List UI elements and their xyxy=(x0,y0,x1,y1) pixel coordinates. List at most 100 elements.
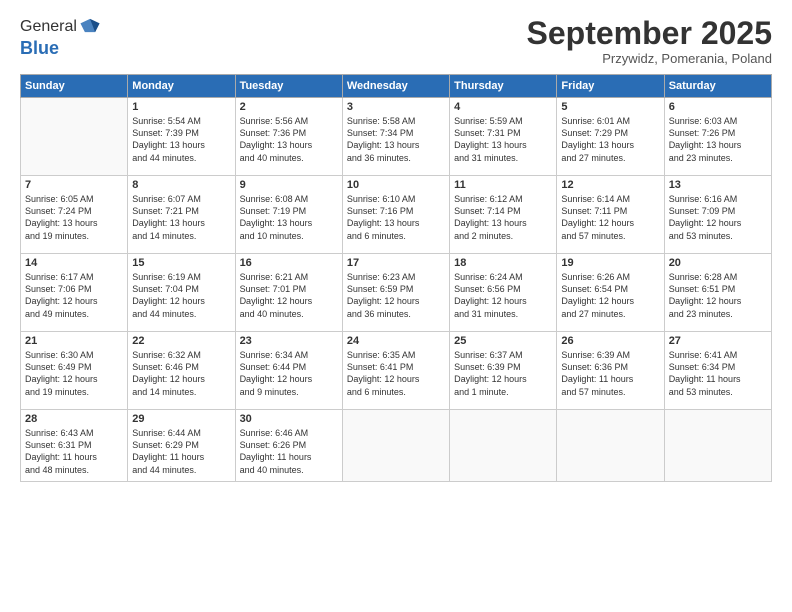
day-info: Sunrise: 6:26 AM Sunset: 6:54 PM Dayligh… xyxy=(561,271,659,320)
day-cell: 30 Sunrise: 6:46 AM Sunset: 6:26 PM Dayli… xyxy=(235,410,342,482)
day-number: 2 xyxy=(240,101,338,113)
day-info: Sunrise: 6:07 AM Sunset: 7:21 PM Dayligh… xyxy=(132,193,230,242)
week-row-4: 21 Sunrise: 6:30 AM Sunset: 6:49 PM Dayli… xyxy=(21,332,772,410)
col-thursday: Thursday xyxy=(450,75,557,98)
day-cell: 19 Sunrise: 6:26 AM Sunset: 6:54 PM Dayli… xyxy=(557,254,664,332)
calendar-table: Sunday Monday Tuesday Wednesday Thursday… xyxy=(20,74,772,482)
day-cell: 28 Sunrise: 6:43 AM Sunset: 6:31 PM Dayli… xyxy=(21,410,128,482)
day-number: 17 xyxy=(347,257,445,269)
day-cell: 10 Sunrise: 6:10 AM Sunset: 7:16 PM Dayli… xyxy=(342,176,449,254)
day-info: Sunrise: 6:19 AM Sunset: 7:04 PM Dayligh… xyxy=(132,271,230,320)
day-number: 16 xyxy=(240,257,338,269)
day-cell xyxy=(557,410,664,482)
day-info: Sunrise: 6:17 AM Sunset: 7:06 PM Dayligh… xyxy=(25,271,123,320)
day-number: 23 xyxy=(240,335,338,347)
day-info: Sunrise: 6:01 AM Sunset: 7:29 PM Dayligh… xyxy=(561,115,659,164)
day-info: Sunrise: 5:58 AM Sunset: 7:34 PM Dayligh… xyxy=(347,115,445,164)
day-number: 29 xyxy=(132,413,230,425)
day-info: Sunrise: 6:34 AM Sunset: 6:44 PM Dayligh… xyxy=(240,349,338,398)
day-cell xyxy=(450,410,557,482)
logo: General Blue xyxy=(20,16,101,59)
day-cell xyxy=(342,410,449,482)
day-number: 21 xyxy=(25,335,123,347)
day-cell: 13 Sunrise: 6:16 AM Sunset: 7:09 PM Dayli… xyxy=(664,176,771,254)
day-cell: 7 Sunrise: 6:05 AM Sunset: 7:24 PM Daylig… xyxy=(21,176,128,254)
day-number: 25 xyxy=(454,335,552,347)
day-number: 30 xyxy=(240,413,338,425)
day-cell: 22 Sunrise: 6:32 AM Sunset: 6:46 PM Dayli… xyxy=(128,332,235,410)
day-cell: 1Sunrise: 5:54 AM Sunset: 7:39 PM Daylig… xyxy=(128,98,235,176)
day-info: Sunrise: 6:30 AM Sunset: 6:49 PM Dayligh… xyxy=(25,349,123,398)
day-info: Sunrise: 6:43 AM Sunset: 6:31 PM Dayligh… xyxy=(25,427,123,476)
day-number: 5 xyxy=(561,101,659,113)
day-cell: 14 Sunrise: 6:17 AM Sunset: 7:06 PM Dayli… xyxy=(21,254,128,332)
day-cell: 2 Sunrise: 5:56 AM Sunset: 7:36 PM Daylig… xyxy=(235,98,342,176)
day-info: Sunrise: 5:59 AM Sunset: 7:31 PM Dayligh… xyxy=(454,115,552,164)
day-number: 1 xyxy=(132,101,230,113)
header: General Blue September 2025 Przywidz, Po… xyxy=(20,16,772,66)
logo-general-text: General xyxy=(20,18,77,36)
day-number: 26 xyxy=(561,335,659,347)
day-info: Sunrise: 6:41 AM Sunset: 6:34 PM Dayligh… xyxy=(669,349,767,398)
day-cell: 25Sunrise: 6:37 AM Sunset: 6:39 PM Dayli… xyxy=(450,332,557,410)
day-cell: 21 Sunrise: 6:30 AM Sunset: 6:49 PM Dayli… xyxy=(21,332,128,410)
day-number: 28 xyxy=(25,413,123,425)
day-info: Sunrise: 6:46 AM Sunset: 6:26 PM Dayligh… xyxy=(240,427,338,476)
day-info: Sunrise: 6:35 AM Sunset: 6:41 PM Dayligh… xyxy=(347,349,445,398)
day-cell: 29 Sunrise: 6:44 AM Sunset: 6:29 PM Dayli… xyxy=(128,410,235,482)
day-cell: 8 Sunrise: 6:07 AM Sunset: 7:21 PM Daylig… xyxy=(128,176,235,254)
day-number: 22 xyxy=(132,335,230,347)
week-row-3: 14 Sunrise: 6:17 AM Sunset: 7:06 PM Dayli… xyxy=(21,254,772,332)
day-info: Sunrise: 6:05 AM Sunset: 7:24 PM Dayligh… xyxy=(25,193,123,242)
day-info: Sunrise: 6:03 AM Sunset: 7:26 PM Dayligh… xyxy=(669,115,767,164)
day-cell: 15Sunrise: 6:19 AM Sunset: 7:04 PM Dayli… xyxy=(128,254,235,332)
day-number: 27 xyxy=(669,335,767,347)
day-info: Sunrise: 6:08 AM Sunset: 7:19 PM Dayligh… xyxy=(240,193,338,242)
col-friday: Friday xyxy=(557,75,664,98)
day-info: Sunrise: 5:56 AM Sunset: 7:36 PM Dayligh… xyxy=(240,115,338,164)
day-info: Sunrise: 6:10 AM Sunset: 7:16 PM Dayligh… xyxy=(347,193,445,242)
day-cell xyxy=(21,98,128,176)
logo-icon xyxy=(79,16,101,38)
day-cell: 17 Sunrise: 6:23 AM Sunset: 6:59 PM Dayli… xyxy=(342,254,449,332)
day-info: Sunrise: 6:16 AM Sunset: 7:09 PM Dayligh… xyxy=(669,193,767,242)
day-number: 3 xyxy=(347,101,445,113)
col-sunday: Sunday xyxy=(21,75,128,98)
day-number: 12 xyxy=(561,179,659,191)
day-info: Sunrise: 6:32 AM Sunset: 6:46 PM Dayligh… xyxy=(132,349,230,398)
title-block: September 2025 Przywidz, Pomerania, Pola… xyxy=(527,16,772,66)
day-info: Sunrise: 6:39 AM Sunset: 6:36 PM Dayligh… xyxy=(561,349,659,398)
day-number: 6 xyxy=(669,101,767,113)
day-info: Sunrise: 6:14 AM Sunset: 7:11 PM Dayligh… xyxy=(561,193,659,242)
day-info: Sunrise: 6:23 AM Sunset: 6:59 PM Dayligh… xyxy=(347,271,445,320)
day-number: 14 xyxy=(25,257,123,269)
day-number: 18 xyxy=(454,257,552,269)
day-cell: 3 Sunrise: 5:58 AM Sunset: 7:34 PM Daylig… xyxy=(342,98,449,176)
day-cell: 26 Sunrise: 6:39 AM Sunset: 6:36 PM Dayli… xyxy=(557,332,664,410)
day-number: 7 xyxy=(25,179,123,191)
day-info: Sunrise: 6:44 AM Sunset: 6:29 PM Dayligh… xyxy=(132,427,230,476)
col-saturday: Saturday xyxy=(664,75,771,98)
day-number: 24 xyxy=(347,335,445,347)
day-number: 9 xyxy=(240,179,338,191)
week-row-1: 1Sunrise: 5:54 AM Sunset: 7:39 PM Daylig… xyxy=(21,98,772,176)
day-cell: 23 Sunrise: 6:34 AM Sunset: 6:44 PM Dayli… xyxy=(235,332,342,410)
day-cell: 11Sunrise: 6:12 AM Sunset: 7:14 PM Dayli… xyxy=(450,176,557,254)
day-number: 20 xyxy=(669,257,767,269)
day-info: Sunrise: 6:28 AM Sunset: 6:51 PM Dayligh… xyxy=(669,271,767,320)
day-number: 19 xyxy=(561,257,659,269)
page: General Blue September 2025 Przywidz, Po… xyxy=(0,0,792,612)
day-number: 11 xyxy=(454,179,552,191)
day-cell: 12 Sunrise: 6:14 AM Sunset: 7:11 PM Dayli… xyxy=(557,176,664,254)
col-tuesday: Tuesday xyxy=(235,75,342,98)
day-cell: 18Sunrise: 6:24 AM Sunset: 6:56 PM Dayli… xyxy=(450,254,557,332)
location-subtitle: Przywidz, Pomerania, Poland xyxy=(527,51,772,66)
day-cell: 24 Sunrise: 6:35 AM Sunset: 6:41 PM Dayli… xyxy=(342,332,449,410)
day-cell: 4Sunrise: 5:59 AM Sunset: 7:31 PM Daylig… xyxy=(450,98,557,176)
day-number: 8 xyxy=(132,179,230,191)
day-cell: 16Sunrise: 6:21 AM Sunset: 7:01 PM Dayli… xyxy=(235,254,342,332)
day-number: 13 xyxy=(669,179,767,191)
col-monday: Monday xyxy=(128,75,235,98)
day-number: 10 xyxy=(347,179,445,191)
month-title: September 2025 xyxy=(527,16,772,51)
